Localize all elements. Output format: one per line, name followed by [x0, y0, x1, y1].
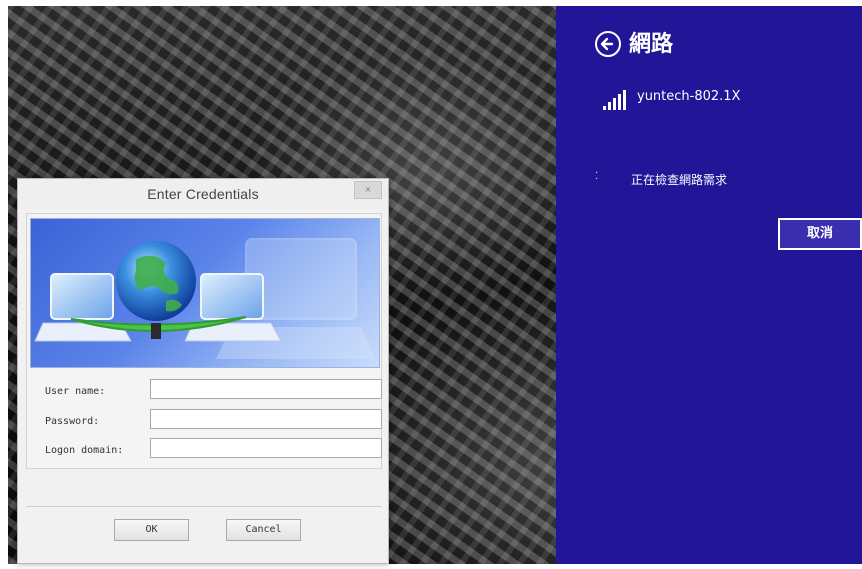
wifi-signal-icon: [602, 88, 628, 112]
enter-credentials-dialog: Enter Credentials × User name: Password:…: [17, 178, 389, 564]
dialog-separator: [26, 506, 382, 507]
cancel-button[interactable]: Cancel: [226, 519, 301, 541]
ok-button[interactable]: OK: [114, 519, 189, 541]
network-ssid[interactable]: yuntech-802.1X: [637, 89, 740, 104]
networks-charm-panel: 網路 yuntech-802.1X · · 正在檢查網路需求 取消: [556, 6, 862, 564]
wifi-signal-bars: [603, 90, 626, 110]
dialog-close-button[interactable]: ×: [354, 181, 382, 199]
password-input[interactable]: [150, 409, 382, 429]
logon-domain-label: Logon domain:: [45, 445, 124, 456]
charm-title: 網路: [629, 32, 674, 57]
user-name-label: User name:: [45, 386, 106, 397]
charm-cancel-button[interactable]: 取消: [778, 218, 862, 250]
network-globe-laptops-icon: [34, 238, 376, 359]
user-name-input[interactable]: [150, 379, 382, 399]
dialog-title: Enter Credentials: [18, 179, 388, 209]
back-arrow-glyph: [600, 37, 614, 51]
back-arrow-icon[interactable]: [595, 31, 621, 57]
progress-dots-icon: · ·: [595, 167, 599, 184]
logon-domain-input[interactable]: [150, 438, 382, 458]
connection-status: 正在檢查網路需求: [631, 173, 728, 187]
password-label: Password:: [45, 416, 100, 427]
network-banner-image: [30, 218, 380, 368]
